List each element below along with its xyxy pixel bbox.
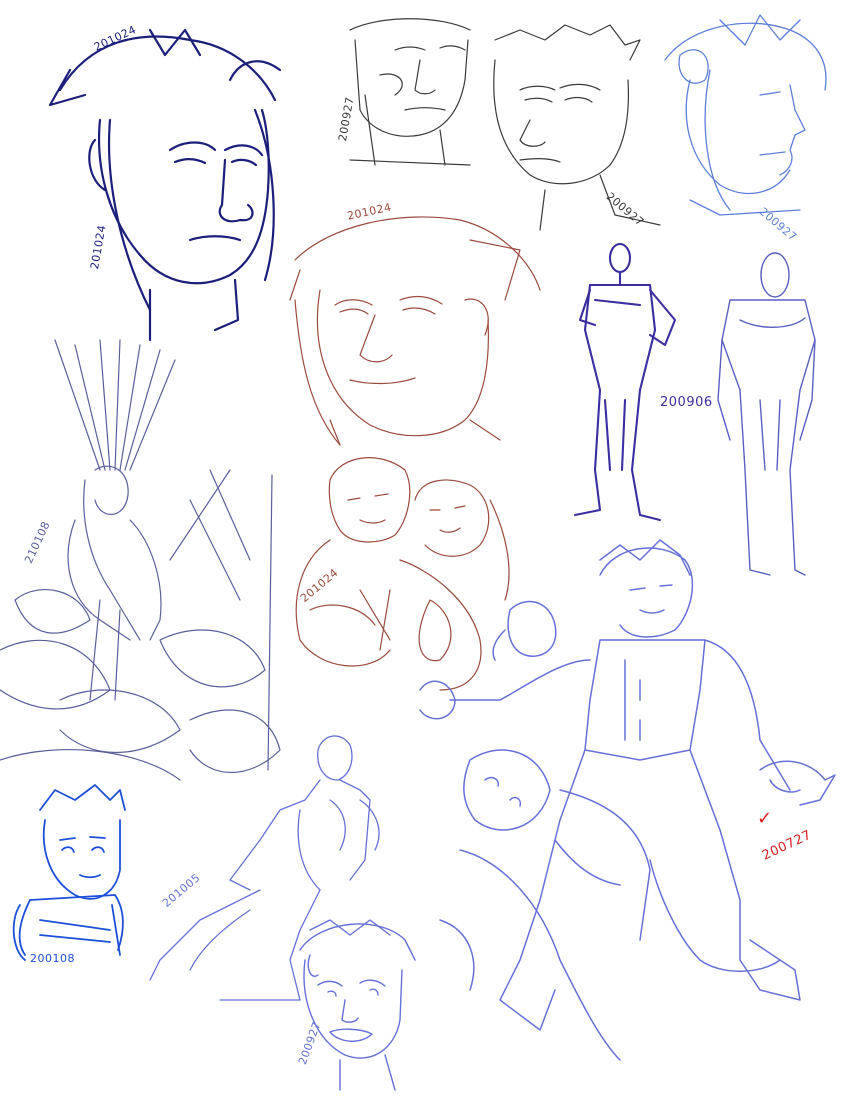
armed-figure-sketch-icon (12, 784, 126, 961)
action-scene-sketch-icon (419, 539, 836, 1061)
reclining-figure-sketch-icon (149, 735, 380, 1001)
head-graphite-2-sketch-icon (493, 24, 661, 231)
mannequin-figure-sketch-icon (717, 252, 816, 576)
sketch-sheet: 201024 201024 200927 200927 200927 20102… (0, 0, 850, 1100)
sketch-canvas (0, 14, 836, 1091)
date-stamp-armed-figure: 200108 (30, 952, 75, 965)
profile-head-sketch-icon (664, 14, 827, 216)
head-navy-sketch-icon (48, 28, 282, 342)
checkmark-icon: ✓ (757, 808, 773, 829)
standing-figure-sketch-icon (573, 242, 677, 522)
date-stamp-standing-figure: 200906 (660, 395, 713, 410)
sweating-head-sketch-icon (299, 919, 416, 1091)
hanging-figure-sketch-icon (0, 339, 281, 781)
head-graphite-sketch-icon (349, 18, 471, 166)
rust-face-sketch-icon (289, 216, 541, 446)
